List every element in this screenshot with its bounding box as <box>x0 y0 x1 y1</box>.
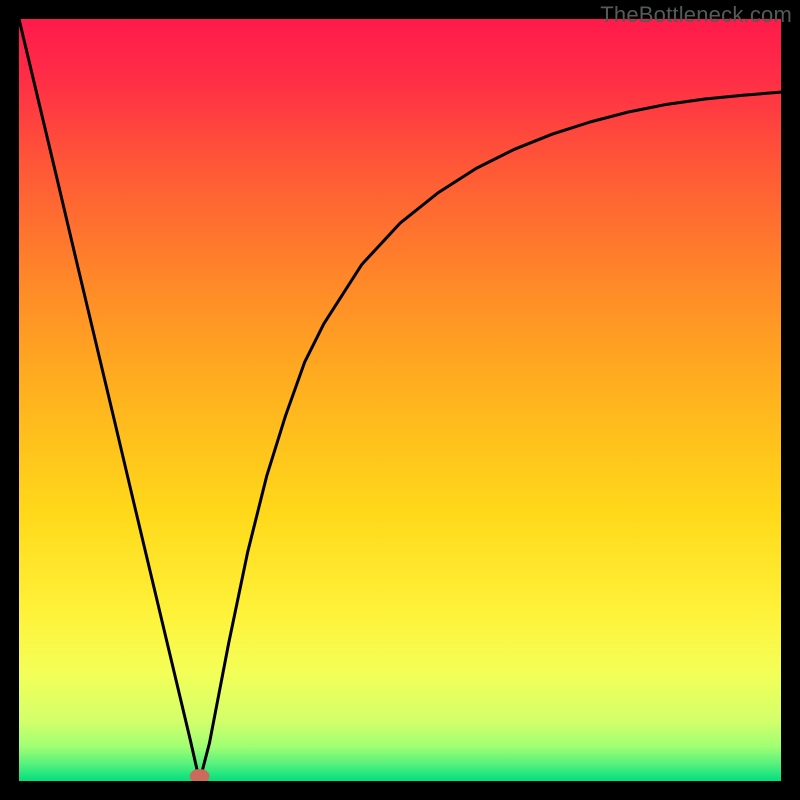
bottleneck-chart <box>19 19 781 781</box>
chart-frame <box>19 19 781 781</box>
gradient-background <box>19 19 781 781</box>
